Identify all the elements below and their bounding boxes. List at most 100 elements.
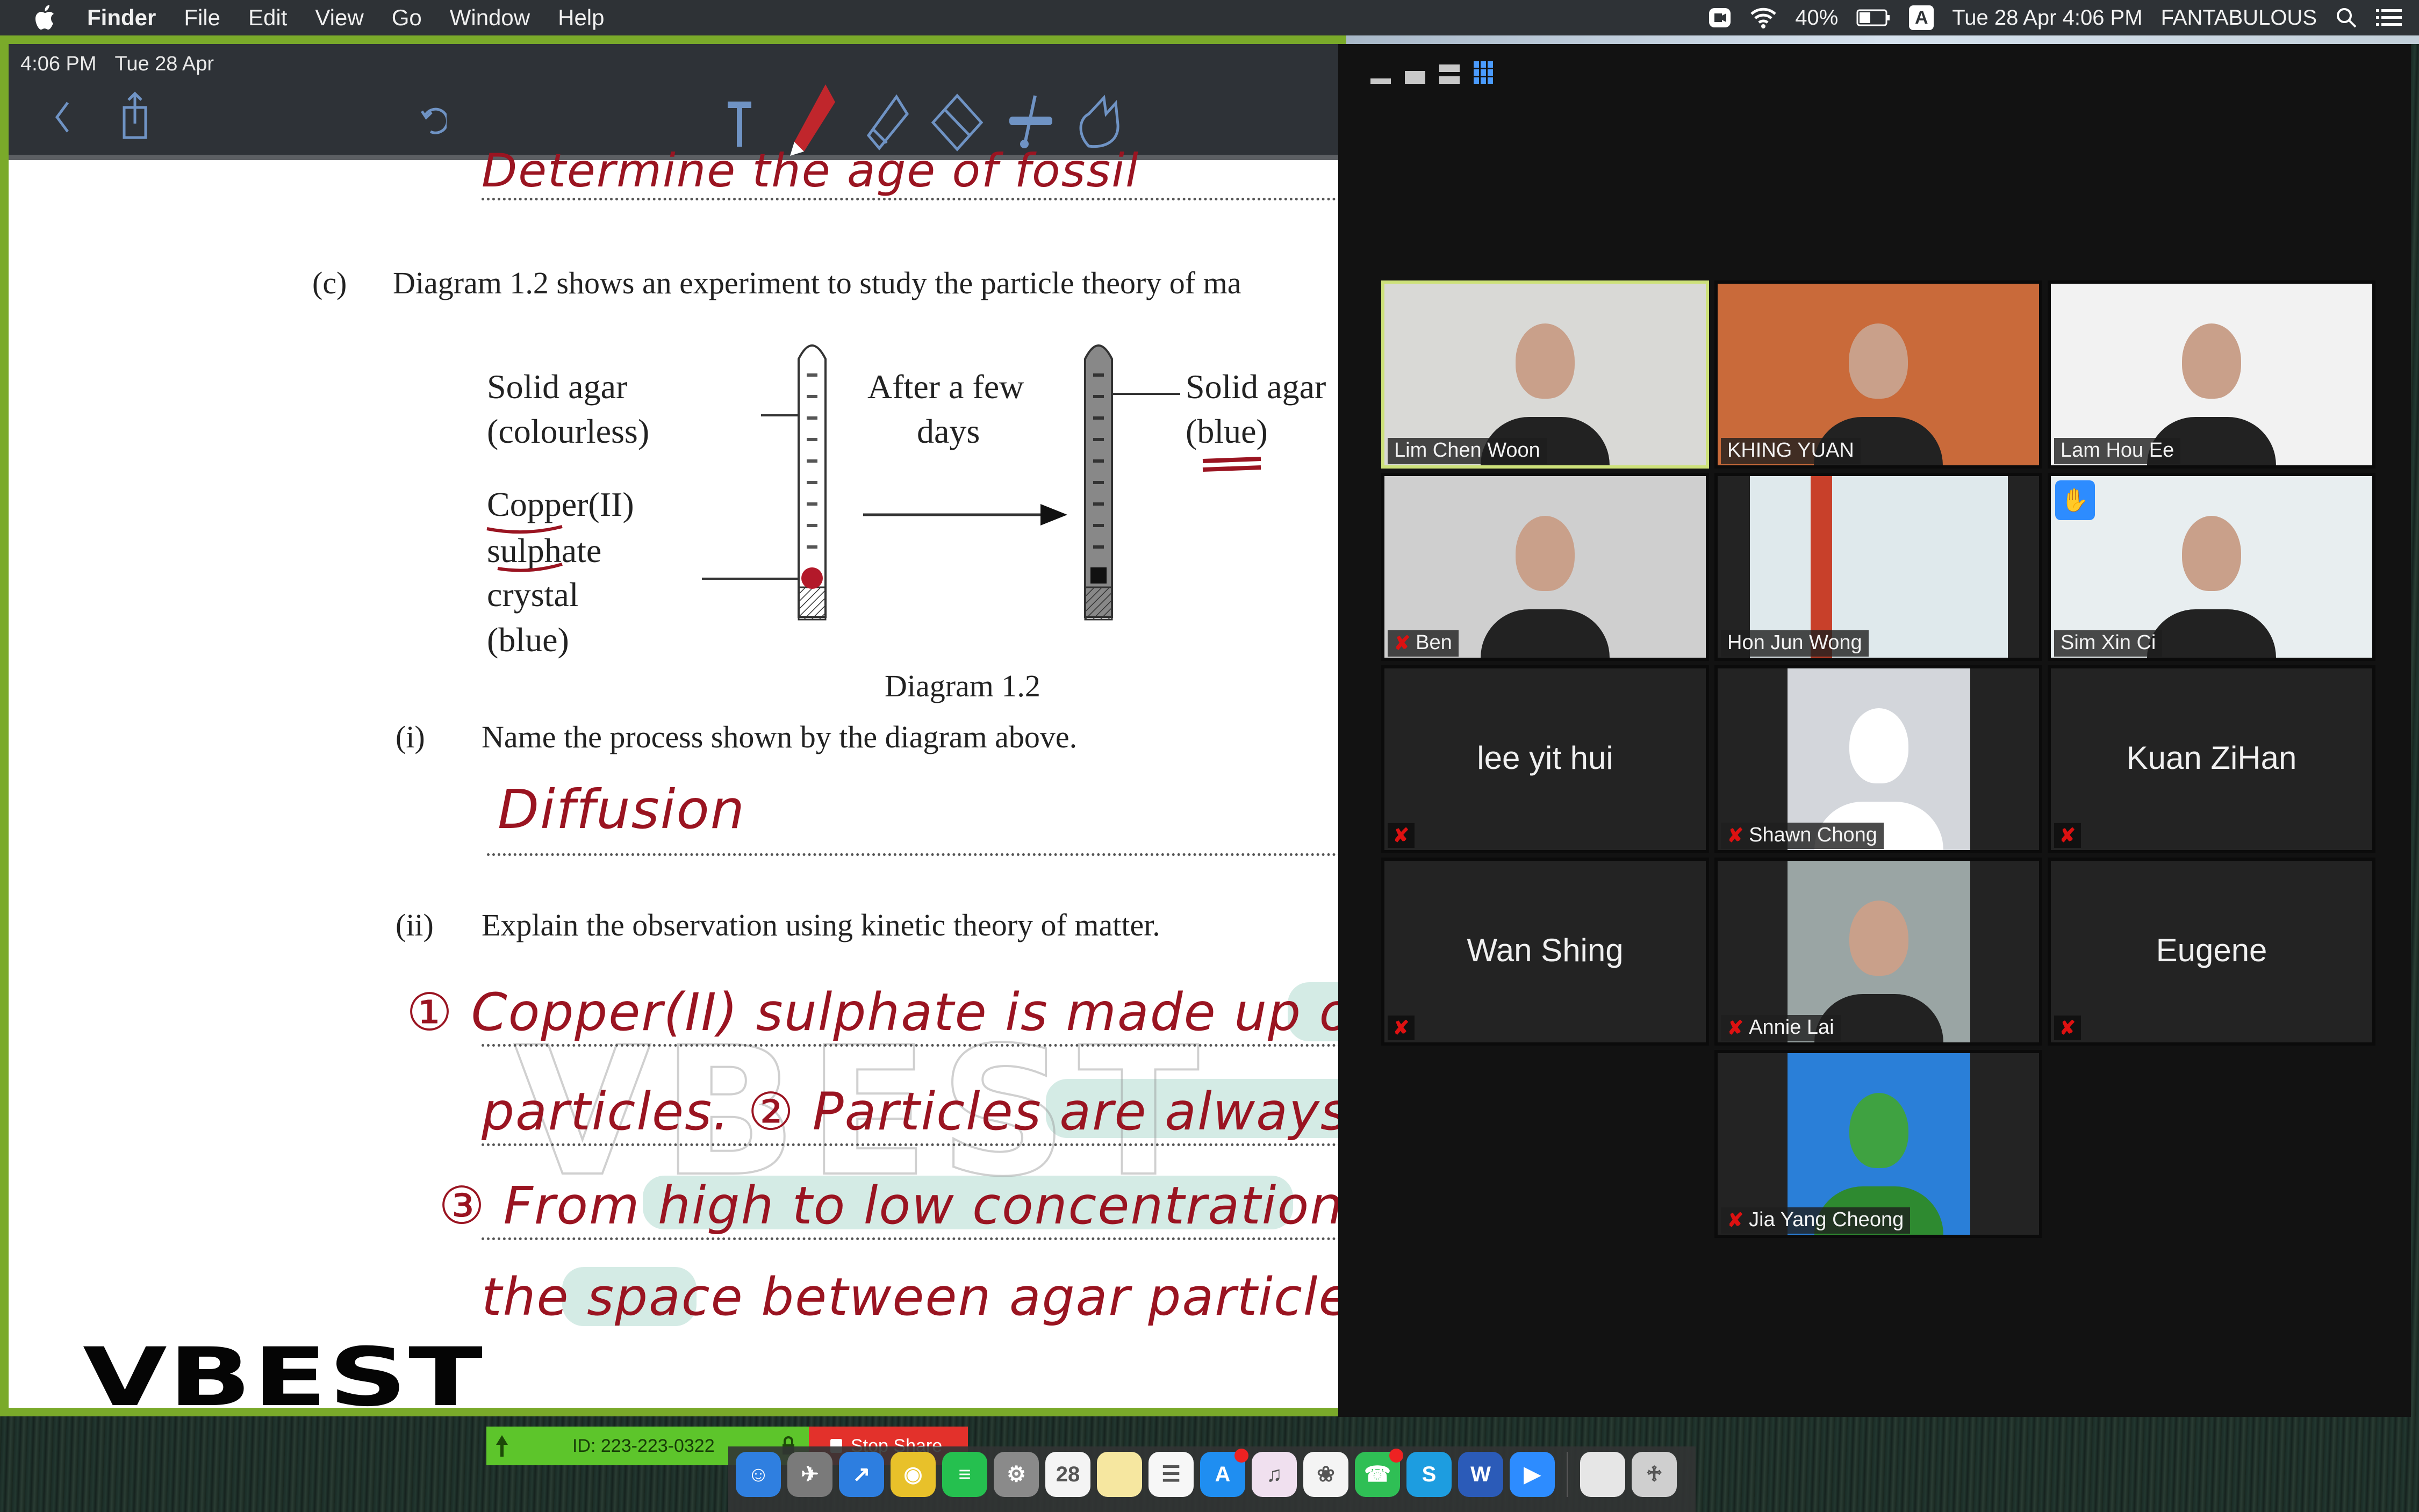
notification-badge xyxy=(1389,1449,1403,1463)
participant-tile[interactable]: Wan Shing ✘ xyxy=(1381,858,1709,1046)
gallery-view-icon[interactable] xyxy=(1474,61,1493,84)
participant-name: KHING YUAN xyxy=(1727,439,1854,462)
participant-name: Annie Lai xyxy=(1749,1016,1834,1039)
notification-center-icon[interactable] xyxy=(2376,7,2403,28)
menu-help[interactable]: Help xyxy=(558,5,604,31)
meeting-id: ID: 223-223-0322 xyxy=(572,1435,715,1456)
back-icon[interactable] xyxy=(46,96,78,139)
dock-app-trash[interactable]: ♱ xyxy=(1632,1452,1677,1497)
answer-ii-line-4: the space between agar particles. xyxy=(482,1267,1347,1327)
diagram-test-tubes xyxy=(486,344,1261,621)
ipad-status-bar: 4:06 PM Tue 28 Apr xyxy=(20,53,214,76)
menu-file[interactable]: File xyxy=(184,5,220,31)
participant-name-label: ✘ Ben xyxy=(1388,630,1459,657)
dock-app-itunes[interactable]: ♫ xyxy=(1252,1452,1297,1497)
text-tool-icon[interactable] xyxy=(721,92,758,152)
dock-app-finder[interactable]: ☺ xyxy=(736,1452,781,1497)
hand-tool-icon[interactable] xyxy=(1073,92,1126,152)
participant-tile[interactable]: ✘ Ben xyxy=(1381,473,1709,661)
pin-arrow-icon[interactable] xyxy=(494,1434,510,1463)
participant-tile[interactable]: Lam Hou Ee xyxy=(2048,280,2375,469)
dock-app-glyph-icon: W xyxy=(1470,1462,1491,1486)
battery-icon[interactable] xyxy=(1856,9,1891,27)
dock-app-word[interactable]: W xyxy=(1458,1452,1503,1497)
menu-finder[interactable]: Finder xyxy=(87,5,156,31)
spotlight-search-icon[interactable] xyxy=(2335,6,2358,29)
user-name[interactable]: FANTABULOUS xyxy=(2161,6,2317,30)
participant-figure xyxy=(1849,901,1908,976)
dock-app-glyph-icon: S xyxy=(1422,1462,1437,1486)
participant-name-label: Hon Jun Wong xyxy=(1721,630,1869,657)
participant-tile[interactable]: KHING YUAN xyxy=(1714,280,2042,469)
dock-app-launchpad[interactable]: ✈ xyxy=(787,1452,832,1497)
dock-app-zoom[interactable]: ▶ xyxy=(1510,1452,1555,1497)
notes-app-window: 4:06 PM Tue 28 Apr Determine the age of … xyxy=(9,44,1347,1408)
participant-figure xyxy=(1849,1093,1908,1169)
muted-mic-icon: ✘ xyxy=(1727,824,1744,846)
menu-view[interactable]: View xyxy=(315,5,363,31)
muted-mic-icon: ✘ xyxy=(2054,1016,2081,1040)
dock-app-reminders[interactable]: ☰ xyxy=(1149,1452,1194,1497)
participant-name: Sim Xin Ci xyxy=(2061,631,2156,654)
dock-separator xyxy=(1567,1452,1568,1497)
dock-app-glyph-icon: A xyxy=(1215,1462,1231,1486)
dock-app-glyph-icon: ☰ xyxy=(1161,1463,1181,1486)
menu-bar: Finder File Edit View Go Window Help 40%… xyxy=(0,0,2419,35)
speaker-view-small-icon[interactable] xyxy=(1405,71,1425,84)
participant-tile[interactable]: ✘ Jia Yang Cheong xyxy=(1714,1050,2042,1238)
dock-app-glyph-icon: ↗ xyxy=(852,1463,871,1486)
highlighter-tool-icon[interactable] xyxy=(858,92,911,152)
lasso-tool-icon[interactable] xyxy=(1003,92,1057,152)
zoom-status-icon[interactable] xyxy=(1708,6,1732,30)
undo-icon[interactable] xyxy=(417,98,449,141)
dock-app-system-preferences[interactable]: ⚙ xyxy=(994,1452,1039,1497)
participant-tile[interactable]: ✋ Sim Xin Ci xyxy=(2048,473,2375,661)
participant-name: Kuan ZiHan xyxy=(2126,740,2297,776)
desktop-strip xyxy=(1346,35,2419,44)
dock-app-whatsapp[interactable]: ☎ xyxy=(1355,1449,1403,1497)
participant-figure xyxy=(1516,323,1575,399)
apple-menu-icon[interactable] xyxy=(33,4,57,31)
question-ii-label: (ii) xyxy=(396,908,434,942)
dock-app-app-store[interactable]: A xyxy=(1200,1449,1248,1497)
notebook-page[interactable]: Determine the age of fossil (c) Diagram … xyxy=(9,144,1347,1408)
dock-app-calendar[interactable]: 28 xyxy=(1045,1452,1090,1497)
speaker-view-icon[interactable] xyxy=(1439,64,1460,84)
dock-app-glyph-icon: ◉ xyxy=(903,1463,923,1486)
answer-i-handwriting: Diffusion xyxy=(498,778,746,841)
dock-app-glyph-icon: ☎ xyxy=(1364,1463,1391,1486)
dock-app-photos[interactable]: ❀ xyxy=(1303,1452,1348,1497)
eraser-tool-icon[interactable] xyxy=(928,92,987,152)
participant-tile[interactable]: Kuan ZiHan ✘ xyxy=(2048,665,2375,853)
dock-app-glyph-icon: ⚙ xyxy=(1007,1463,1026,1486)
dock-app-spotify[interactable]: ≡ xyxy=(942,1452,987,1497)
answer-line xyxy=(482,1044,1347,1047)
dock-app-chrome[interactable]: ◉ xyxy=(891,1452,936,1497)
wifi-icon[interactable] xyxy=(1750,6,1777,30)
participant-name-label: ✘ Jia Yang Cheong xyxy=(1721,1207,1911,1234)
question-i-text: Name the process shown by the diagram ab… xyxy=(482,719,1078,754)
participant-body xyxy=(1481,609,1610,658)
muted-mic-icon: ✘ xyxy=(1394,631,1411,654)
menu-go[interactable]: Go xyxy=(392,5,422,31)
dock-app-safari[interactable]: ↗ xyxy=(839,1452,884,1497)
menu-window[interactable]: Window xyxy=(450,5,530,31)
dock-app-documents[interactable] xyxy=(1580,1452,1625,1497)
participant-name: Lam Hou Ee xyxy=(2061,439,2174,462)
participant-tile[interactable]: Hon Jun Wong xyxy=(1714,473,2042,661)
desktop: Finder File Edit View Go Window Help 40%… xyxy=(0,0,2419,1512)
dock-app-skype[interactable]: S xyxy=(1406,1452,1452,1497)
clock[interactable]: Tue 28 Apr 4:06 PM xyxy=(1952,6,2142,30)
dock-app-glyph-icon: ☺ xyxy=(747,1462,770,1486)
participant-tile[interactable]: lee yit hui ✘ xyxy=(1381,665,1709,853)
minimize-video-icon[interactable] xyxy=(1370,78,1391,84)
participant-tile[interactable]: Eugene ✘ xyxy=(2048,858,2375,1046)
dock-app-notes[interactable] xyxy=(1097,1452,1142,1497)
participant-tile[interactable]: Lim Chen Woon xyxy=(1381,280,1709,469)
dock-app-glyph-icon: ✈ xyxy=(801,1463,819,1486)
participant-tile[interactable]: ✘ Shawn Chong xyxy=(1714,665,2042,853)
share-icon[interactable] xyxy=(116,89,154,143)
participant-tile[interactable]: ✘ Annie Lai xyxy=(1714,858,2042,1046)
input-source-icon[interactable]: A xyxy=(1909,5,1934,30)
menu-edit[interactable]: Edit xyxy=(248,5,287,31)
